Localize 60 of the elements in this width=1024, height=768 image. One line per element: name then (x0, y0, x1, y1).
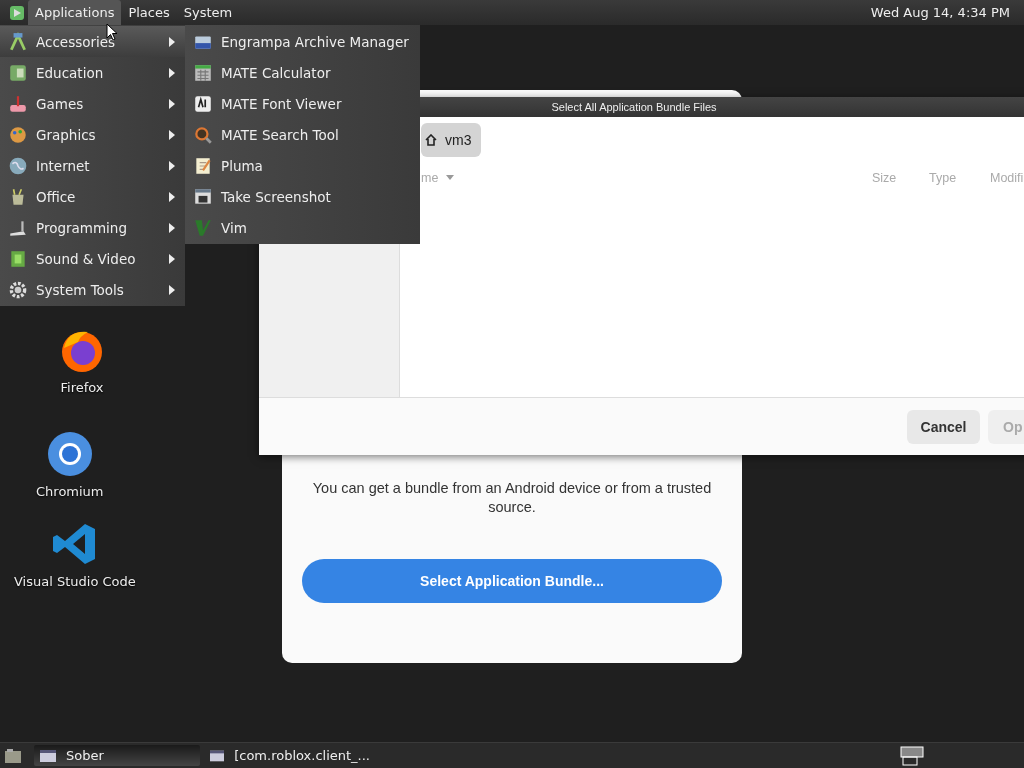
desktop-shortcut[interactable]: Chromium (36, 430, 104, 499)
vim-icon (193, 217, 213, 238)
window-icon (40, 748, 56, 763)
sort-arrow-icon (446, 175, 455, 181)
hint-text: You can get a bundle from an Android device or from a trusted source. (311, 479, 713, 517)
desktop-shortcut[interactable]: Firefox (58, 326, 106, 395)
menu-item[interactable]: Office (0, 181, 185, 212)
screenshot-icon (193, 186, 213, 207)
desktop-shortcut[interactable]: Visual Studio Code (14, 520, 136, 589)
submenu-arrow-icon (169, 253, 175, 264)
menu-item[interactable]: Education (0, 57, 185, 88)
dialog-button[interactable]: Cancel (907, 409, 980, 444)
show-desktop-icon[interactable] (4, 747, 22, 764)
menu-item[interactable]: Pluma (185, 150, 420, 181)
panel-menu[interactable]: Places (121, 0, 177, 25)
menu-item[interactable]: Accessories (0, 26, 185, 57)
submenu-arrow-icon (169, 36, 175, 47)
home-icon (425, 134, 437, 146)
menu-item[interactable]: MATE Search Tool (185, 119, 420, 150)
menu-item[interactable]: Engrampa Archive Manager (185, 26, 420, 57)
submenu-arrow-icon (169, 98, 175, 109)
taskbar-button[interactable]: Sober (34, 745, 200, 766)
desktop-shortcut-label: Visual Studio Code (14, 574, 136, 589)
menu-item[interactable]: Take Screenshot (185, 181, 420, 212)
menu-item[interactable]: MATE Calculator (185, 57, 420, 88)
menu-logo-icon (8, 3, 26, 22)
panel-menu[interactable]: Applications (28, 0, 122, 25)
desktop-shortcut-label: Chromium (36, 484, 104, 499)
workspace-switcher-icon[interactable] (900, 745, 926, 766)
magnifier-icon (193, 124, 213, 145)
window-icon (210, 748, 225, 763)
gear-icon (8, 279, 28, 300)
submenu-arrow-icon (169, 284, 175, 295)
clock[interactable]: Wed Aug 14, 4:34 PM (870, 5, 1024, 20)
desktop-shortcut-label: Firefox (60, 380, 104, 395)
notepad-icon (193, 155, 213, 176)
calculator-icon (193, 62, 213, 83)
taskbar-button[interactable]: [com.roblox.client_... (204, 745, 370, 766)
menu-item[interactable]: System Tools (0, 274, 185, 305)
menu-item[interactable]: Vim (185, 212, 420, 243)
submenu-arrow-icon (169, 191, 175, 202)
joystick-icon (8, 93, 28, 114)
submenu-arrow-icon (169, 67, 175, 78)
menu-item[interactable]: Sound & Video (0, 243, 185, 274)
palette-icon (8, 124, 28, 145)
font-icon (193, 93, 213, 114)
menu-item[interactable]: Graphics (0, 119, 185, 150)
submenu-arrow-icon (169, 222, 175, 233)
menu-item[interactable]: Games (0, 88, 185, 119)
panel-menu[interactable]: System (176, 0, 240, 25)
submenu-arrow-icon (169, 129, 175, 140)
submenu-arrow-icon (169, 160, 175, 171)
globe-icon (8, 155, 28, 176)
menu-item[interactable]: MATE Font Viewer (185, 88, 420, 119)
circle-browser-icon (45, 430, 94, 478)
menu-item[interactable]: Programming (0, 212, 185, 243)
select-bundle-button[interactable]: Select Application Bundle... (302, 559, 722, 603)
path-button[interactable]: vm3 (421, 123, 482, 157)
window-title: Select All Application Bundle Files (551, 101, 717, 113)
menu-item[interactable]: Internet (0, 150, 185, 181)
